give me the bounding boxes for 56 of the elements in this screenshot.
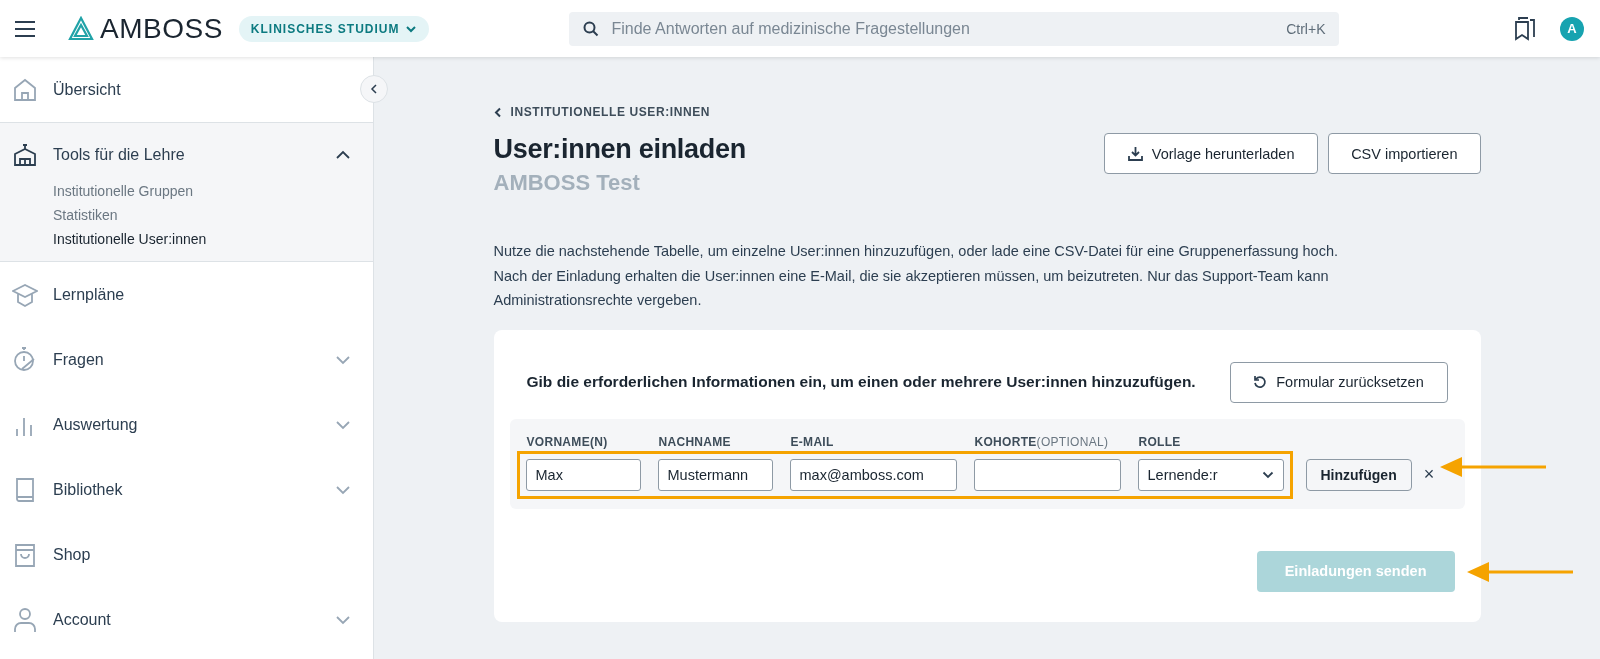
reset-icon <box>1253 375 1268 389</box>
search-icon <box>583 20 600 37</box>
chevron-icon <box>335 419 351 430</box>
person-icon <box>12 606 38 633</box>
logo-triangle-icon <box>68 15 94 42</box>
role-select[interactable]: Lernende:r <box>1137 458 1284 491</box>
chevron-left-icon <box>370 84 378 94</box>
tools-icon <box>12 142 38 168</box>
input-field[interactable]: Max <box>525 458 641 491</box>
bag-icon <box>12 541 38 568</box>
download-icon <box>1127 146 1143 161</box>
sidebar-subitem[interactable]: Institutionelle User:innen <box>53 230 373 249</box>
chevron-icon <box>335 150 351 160</box>
search-field[interactable]: Finde Antworten auf medizinische Fragestellungen <box>609 18 1277 39</box>
chevron-down-icon <box>1261 470 1274 479</box>
input-field[interactable]: max@amboss.com <box>789 458 957 491</box>
remove-button[interactable]: × <box>1417 464 1441 485</box>
home-icon <box>12 76 38 103</box>
page-subtitle: AMBOSS Test <box>493 169 641 197</box>
page-title: User:innen einladen <box>493 133 746 166</box>
chevron-icon <box>335 614 351 625</box>
input-field[interactable] <box>973 458 1121 491</box>
input-field[interactable]: Mustermann <box>657 458 773 491</box>
breadcrumb-link[interactable]: INSTITUTIONELLE USER:INNEN <box>493 105 1481 119</box>
chevron-icon <box>405 24 418 33</box>
column-label: KOHORTE(OPTIONAL) <box>974 434 1110 449</box>
instruction-text: Gib die erforderlichen Informationen ein, um einen oder mehrere User:innen hinzuzufügen. <box>526 373 1196 391</box>
sidebar-subitem[interactable]: Statistiken <box>53 206 373 225</box>
shortcut-hint: Ctrl+K <box>1286 20 1326 37</box>
sidebar-item[interactable]: Shop <box>0 522 373 587</box>
collapse-sidebar-button[interactable] <box>360 75 388 103</box>
sidebar-item[interactable]: Lernpläne <box>0 262 373 327</box>
action-button[interactable]: CSV importieren <box>1328 133 1481 174</box>
sidebar-item[interactable]: Auswertung <box>0 392 373 457</box>
search-bar[interactable]: Finde Antworten auf medizinische Fragestellungen Ctrl+K <box>569 11 1340 46</box>
chevron-icon <box>335 484 351 495</box>
chevron-icon <box>335 354 351 365</box>
column-label: ROLLE <box>1138 434 1182 449</box>
sidebar-item[interactable]: Fragen <box>0 327 373 392</box>
column-label: E-MAIL <box>790 434 835 449</box>
column-label: VORNAME(N) <box>526 434 609 449</box>
bookmarks-icon[interactable] <box>1514 16 1536 41</box>
reset-form-button[interactable]: Formular zurücksetzen <box>1229 361 1448 403</box>
menu-icon[interactable] <box>14 20 36 37</box>
sidebar-item[interactable]: Übersicht <box>0 57 373 122</box>
description-text: Nutze die nachstehende Tabelle, um einzelne User:innen hinzuzufügen, oder lade eine CSV-Datei für eine Gruppenerfassung hoch. Nach der Einladung erhalten die User:innen eine E-Mail, die sie akzeptieren müssen, um beizutreten. Nur das Support-Team kann Administrationsrechte vergeben. <box>493 242 1339 310</box>
action-button[interactable]: Vorlage herunterladen <box>1104 133 1319 174</box>
chevron-left-icon <box>493 106 502 118</box>
logo-text: AMBOSS <box>100 12 223 45</box>
cap-icon <box>12 281 38 308</box>
sidebar-item[interactable]: Account <box>0 587 373 652</box>
column-label: NACHNAME <box>658 434 732 449</box>
add-button[interactable]: Hinzufügen <box>1305 458 1412 491</box>
sidebar-item[interactable]: Bibliothek <box>0 457 373 522</box>
sidebar-subitem[interactable]: Institutionelle Gruppen <box>53 182 373 201</box>
study-switch[interactable]: KLINISCHES STUDIUM <box>238 15 430 42</box>
